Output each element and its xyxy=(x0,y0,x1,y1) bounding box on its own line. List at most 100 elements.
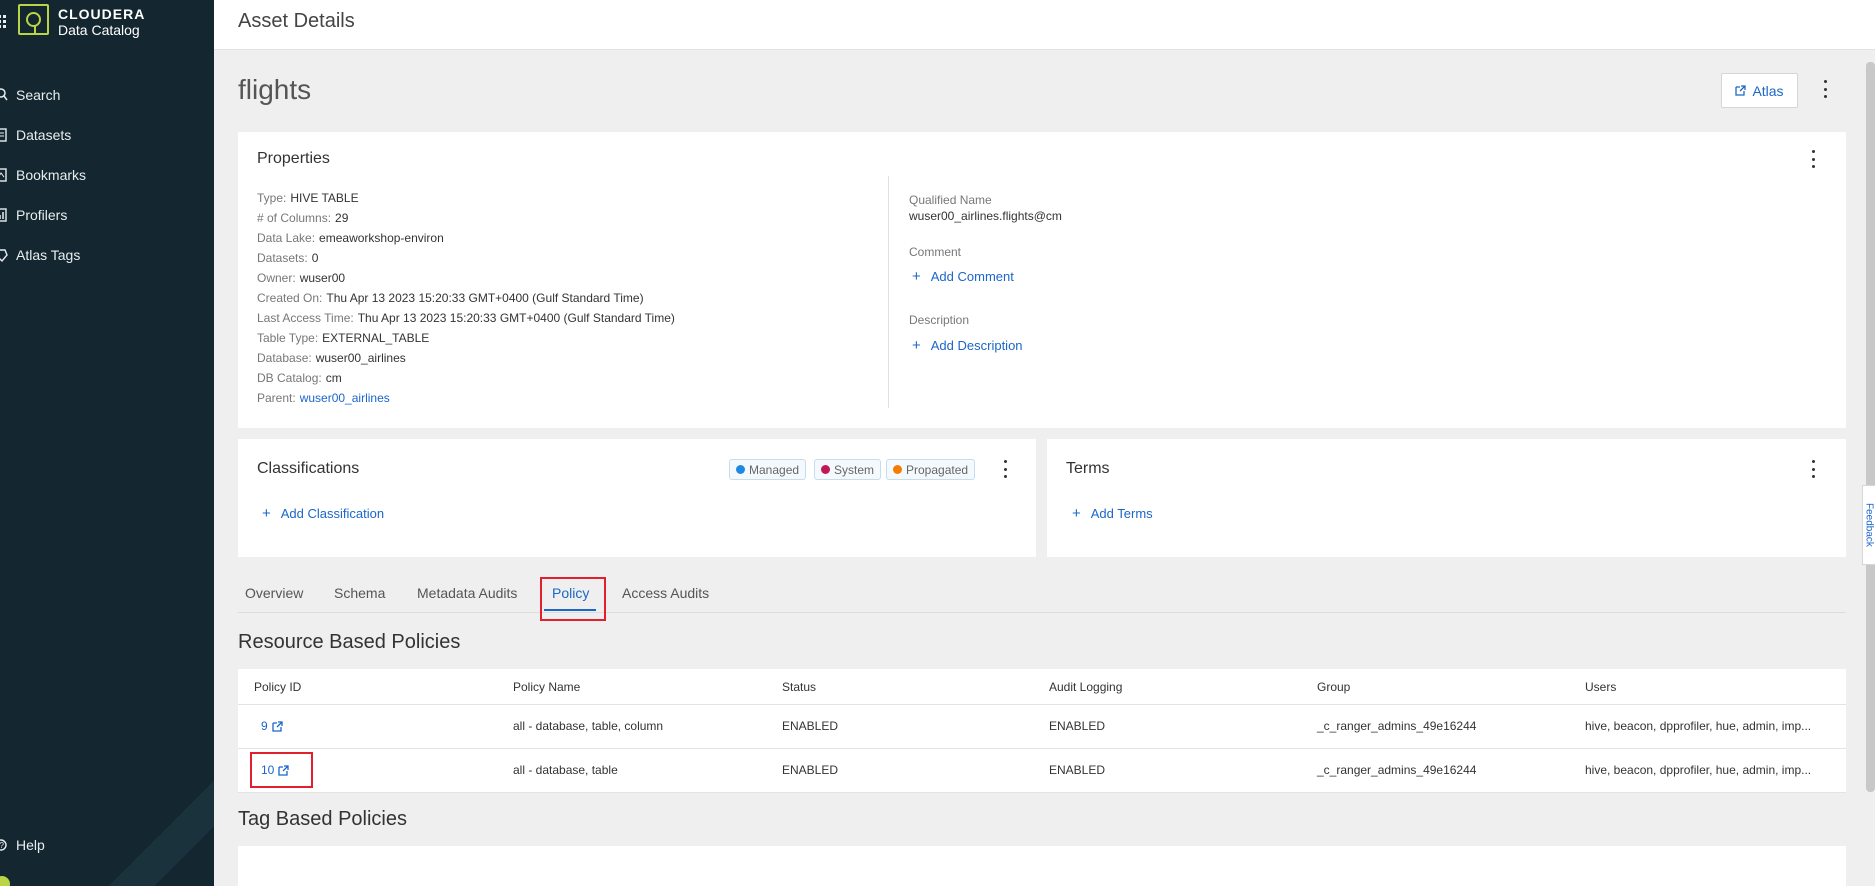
property-key: Table Type: xyxy=(257,331,319,345)
sidebar: CLOUDERA Data Catalog Search Datasets Bo… xyxy=(0,0,214,886)
sidebar-item-datasets[interactable]: Datasets xyxy=(0,124,71,146)
policy-name-cell: all - database, table xyxy=(513,763,618,777)
property-value: emeaworkshop-environ xyxy=(319,231,444,245)
svg-text:?: ? xyxy=(0,841,5,850)
property-data-lake: Data Lake: emeaworkshop-environ xyxy=(257,231,444,245)
property-key: Created On: xyxy=(257,291,323,305)
sidebar-item-bookmarks[interactable]: Bookmarks xyxy=(0,164,86,186)
property-value: Thu Apr 13 2023 15:20:33 GMT+0400 (Gulf … xyxy=(326,291,644,305)
chip-label: Propagated xyxy=(906,462,969,477)
sidebar-item-atlas-tags[interactable]: Atlas Tags xyxy=(0,244,80,266)
cloudera-logo-icon xyxy=(18,4,49,35)
terms-more-menu-icon[interactable] xyxy=(1808,460,1818,478)
plus-icon: + xyxy=(262,505,271,522)
parent-link[interactable]: wuser00_airlines xyxy=(300,391,390,405)
system-dot-icon xyxy=(821,465,830,474)
tag-policies-card xyxy=(238,846,1846,886)
column-header-status[interactable]: Status xyxy=(782,680,816,694)
help-icon: ? xyxy=(0,839,7,851)
asset-more-menu-icon[interactable] xyxy=(1820,80,1830,98)
property-table-type: Table Type: EXTERNAL_TABLE xyxy=(257,331,429,345)
group-cell: _c_ranger_admins_49e16244 xyxy=(1317,719,1477,733)
sidebar-item-label: Profilers xyxy=(16,207,68,223)
tag-policies-title: Tag Based Policies xyxy=(238,808,407,830)
external-link-icon xyxy=(1735,85,1747,96)
column-header-users[interactable]: Users xyxy=(1585,680,1616,694)
group-cell: _c_ranger_admins_49e16244 xyxy=(1317,763,1477,777)
sidebar-item-profilers[interactable]: Profilers xyxy=(0,204,67,226)
table-row: 10 all - database, table ENABLED ENABLED… xyxy=(238,749,1846,793)
property-key: Last Access Time: xyxy=(257,311,354,325)
brand-name: CLOUDERA xyxy=(58,6,146,22)
sidebar-item-label: Datasets xyxy=(16,127,72,143)
add-terms-button[interactable]: + Add Terms xyxy=(1072,505,1153,522)
search-icon xyxy=(0,88,8,101)
classifications-title: Classifications xyxy=(257,460,360,477)
policy-id-value: 9 xyxy=(261,719,268,733)
properties-more-menu-icon[interactable] xyxy=(1808,150,1818,168)
chip-managed: Managed xyxy=(729,459,807,480)
tag-icon xyxy=(0,249,8,263)
classifications-card: Classifications Managed System Propagate… xyxy=(238,439,1036,557)
datasets-icon xyxy=(0,128,7,142)
propagated-dot-icon xyxy=(893,465,902,474)
column-header-audit-logging[interactable]: Audit Logging xyxy=(1049,680,1122,694)
atlas-button[interactable]: Atlas xyxy=(1721,73,1798,108)
profilers-icon xyxy=(0,208,7,222)
column-header-policy-id[interactable]: Policy ID xyxy=(254,680,301,694)
audit-logging-cell: ENABLED xyxy=(1049,719,1106,733)
users-cell: hive, beacon, dpprofiler, hue, admin, im… xyxy=(1585,719,1812,733)
add-comment-button[interactable]: + Add Comment xyxy=(912,268,1014,285)
decorative-stripe xyxy=(90,770,214,886)
add-terms-label: Add Terms xyxy=(1090,506,1153,521)
property-value: 0 xyxy=(311,251,319,265)
tab-overview[interactable]: Overview xyxy=(245,585,303,601)
page-scrollbar[interactable] xyxy=(1866,62,1875,792)
sidebar-item-search[interactable]: Search xyxy=(0,84,60,106)
add-classification-button[interactable]: + Add Classification xyxy=(262,505,384,522)
property-key: Database: xyxy=(257,351,312,365)
property-key: Type: xyxy=(257,191,287,205)
policy-name-cell: all - database, table, column xyxy=(513,719,664,733)
property-type: Type: HIVE TABLE xyxy=(257,191,359,205)
property-value: cm xyxy=(325,371,342,385)
add-classification-label: Add Classification xyxy=(280,506,385,521)
plus-icon: + xyxy=(912,337,921,354)
feedback-button[interactable]: Feedback xyxy=(1862,485,1875,565)
managed-dot-icon xyxy=(736,465,745,474)
users-cell: hive, beacon, dpprofiler, hue, admin, im… xyxy=(1585,763,1812,777)
status-cell: ENABLED xyxy=(782,719,839,733)
audit-logging-cell: ENABLED xyxy=(1049,763,1106,777)
sidebar-item-help[interactable]: ? Help xyxy=(0,834,45,856)
properties-divider xyxy=(888,176,889,408)
app-grid-icon[interactable] xyxy=(0,14,8,28)
add-description-button[interactable]: + Add Description xyxy=(912,337,1023,354)
brand-product: Data Catalog xyxy=(58,22,140,38)
classifications-more-menu-icon[interactable] xyxy=(1000,460,1010,478)
property-datasets: Datasets: 0 xyxy=(257,251,318,265)
terms-title: Terms xyxy=(1066,460,1110,477)
property-owner: Owner: wuser00 xyxy=(257,271,345,285)
property-key: DB Catalog: xyxy=(257,371,322,385)
tab-access-audits[interactable]: Access Audits xyxy=(622,585,709,601)
table-header: Policy ID Policy Name Status Audit Loggi… xyxy=(238,669,1846,705)
property-key: Owner: xyxy=(257,271,296,285)
property-value: EXTERNAL_TABLE xyxy=(322,331,430,345)
column-header-policy-name[interactable]: Policy Name xyxy=(513,680,580,694)
tab-schema[interactable]: Schema xyxy=(334,585,385,601)
top-bar: Asset Details xyxy=(214,0,1875,50)
add-comment-label: Add Comment xyxy=(930,269,1014,284)
properties-card: Properties Type: HIVE TABLE # of Columns:… xyxy=(238,132,1846,428)
qualified-name-value: wuser00_airlines.flights@cm xyxy=(909,209,1062,223)
policy-id-link[interactable]: 9 xyxy=(261,719,283,733)
sidebar-item-label: Atlas Tags xyxy=(16,247,81,263)
tab-metadata-audits[interactable]: Metadata Audits xyxy=(417,585,517,601)
property-key: Data Lake: xyxy=(257,231,316,245)
column-header-group[interactable]: Group xyxy=(1317,680,1350,694)
property-parent: Parent: wuser00_airlines xyxy=(257,391,390,405)
external-link-icon xyxy=(272,720,283,732)
resource-policies-title: Resource Based Policies xyxy=(238,631,461,653)
chip-propagated: Propagated xyxy=(886,459,976,480)
sidebar-item-label: Bookmarks xyxy=(16,167,87,183)
description-label: Description xyxy=(909,313,970,327)
